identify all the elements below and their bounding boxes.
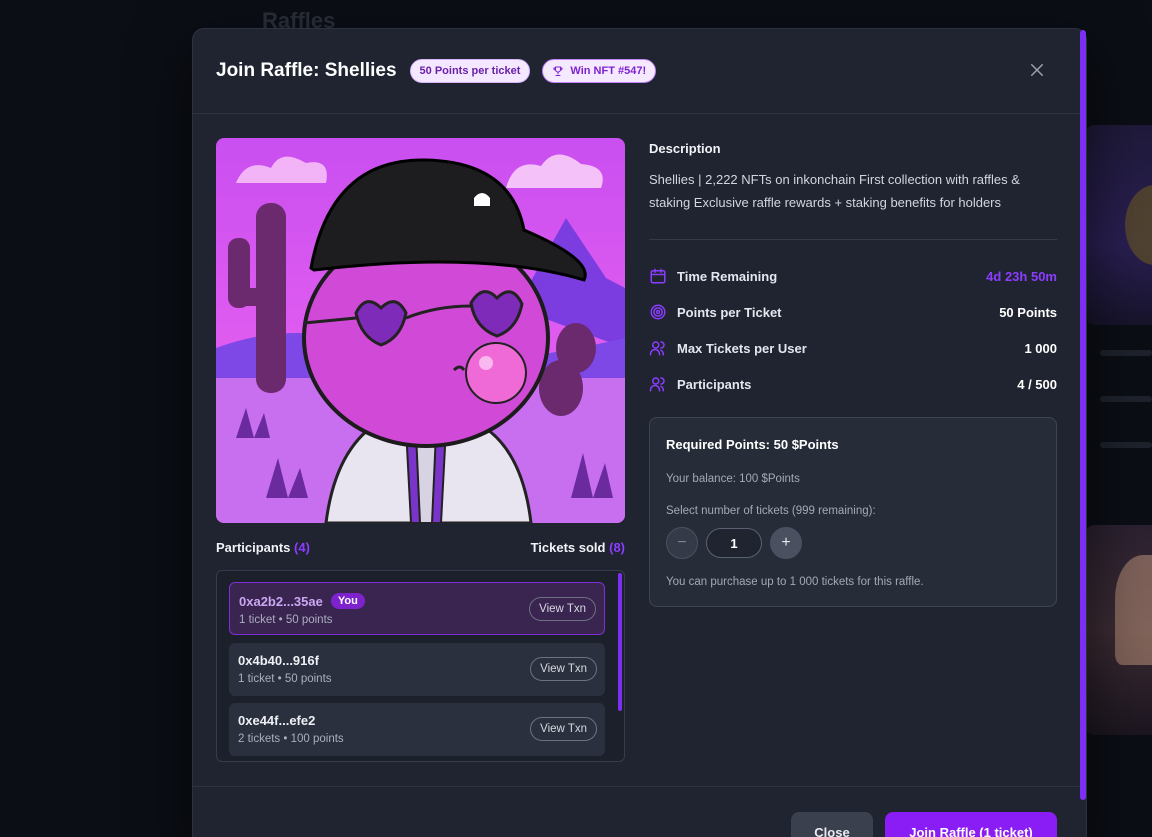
calendar-icon xyxy=(650,268,666,284)
close-icon[interactable] xyxy=(1028,61,1046,79)
balance-text: Your balance: 100 $Points xyxy=(666,473,800,485)
trophy-icon xyxy=(553,66,564,77)
stat-points-per-ticket: Points per Ticket 50 Points xyxy=(649,302,1057,322)
modal-body: Participants (4) Tickets sold (8) 0xa2b2… xyxy=(193,114,1086,786)
participants-header: Participants (4) Tickets sold (8) xyxy=(216,540,625,555)
stat-value: 1 000 xyxy=(1024,340,1057,356)
description-text: Shellies | 2,222 NFTs on inkonchain Firs… xyxy=(649,172,1020,210)
purchase-panel: Required Points: 50 $Points Your balance… xyxy=(649,417,1057,607)
stat-label: Max Tickets per User xyxy=(677,340,807,356)
participants-count: (4) xyxy=(294,540,310,555)
participant-row: 0x4b40...916f 1 ticket • 50 points View … xyxy=(229,643,605,696)
join-raffle-button[interactable]: Join Raffle (1 ticket) xyxy=(885,812,1057,837)
participants-list[interactable]: 0xa2b2...35ae You 1 ticket • 50 points V… xyxy=(216,570,625,762)
users-icon xyxy=(649,341,665,356)
participant-address: 0x4b40...916f xyxy=(238,653,319,668)
modal-header: Join Raffle: Shellies 50 Points per tick… xyxy=(193,29,1086,114)
participants-title: Participants (4) xyxy=(216,540,310,555)
description-heading: Description xyxy=(649,141,721,156)
nft-image xyxy=(216,138,625,523)
ticket-quantity-input[interactable] xyxy=(706,528,762,558)
background-card xyxy=(1085,525,1152,735)
increment-button[interactable]: + xyxy=(770,527,802,559)
participant-address: 0xe44f...efe2 xyxy=(238,713,316,728)
win-nft-badge: Win NFT #547! xyxy=(542,59,657,83)
participant-row: 0xa2b2...35ae You 1 ticket • 50 points V… xyxy=(229,582,605,635)
join-raffle-modal: Join Raffle: Shellies 50 Points per tick… xyxy=(192,28,1087,837)
points-per-ticket-badge: 50 Points per ticket xyxy=(409,59,531,83)
modal-footer: Close Join Raffle (1 ticket) xyxy=(193,786,1086,837)
stat-label: Time Remaining xyxy=(677,268,778,284)
stat-value: 4 / 500 xyxy=(1017,376,1057,392)
participants-label: Participants xyxy=(216,540,291,555)
view-txn-button[interactable]: View Txn xyxy=(529,597,596,621)
purchase-limit-note: You can purchase up to 1 000 tickets for… xyxy=(666,576,924,588)
target-icon xyxy=(650,304,666,320)
participant-address: 0xa2b2...35ae xyxy=(239,593,323,609)
divider xyxy=(649,239,1057,240)
tickets-sold-count: (8) xyxy=(609,540,625,555)
ticket-quantity-stepper: − + xyxy=(666,527,802,559)
close-button[interactable]: Close xyxy=(791,812,873,837)
background-card xyxy=(1085,125,1152,325)
view-txn-button[interactable]: View Txn xyxy=(530,717,597,741)
select-tickets-label: Select number of tickets (999 remaining)… xyxy=(666,505,876,517)
stat-value: 4d 23h 50m xyxy=(986,268,1057,284)
tickets-sold-label: Tickets sold xyxy=(530,540,606,555)
decrement-button[interactable]: − xyxy=(666,527,698,559)
you-badge: You xyxy=(330,593,365,609)
stat-participants: Participants 4 / 500 xyxy=(649,374,1057,394)
stat-time-remaining: Time Remaining 4d 23h 50m xyxy=(649,266,1057,286)
modal-title: Join Raffle: Shellies xyxy=(216,60,397,81)
stat-label: Points per Ticket xyxy=(677,304,782,320)
stat-value: 50 Points xyxy=(999,304,1057,320)
users-icon xyxy=(649,377,665,392)
modal-scrollbar[interactable] xyxy=(1080,30,1086,800)
list-scrollbar[interactable] xyxy=(618,573,622,711)
stat-max-tickets: Max Tickets per User 1 000 xyxy=(649,338,1057,358)
participant-row: 0xe44f...efe2 2 tickets • 100 points Vie… xyxy=(229,703,605,756)
view-txn-button[interactable]: View Txn xyxy=(530,657,597,681)
tickets-sold-title: Tickets sold (8) xyxy=(531,540,625,555)
required-points: Required Points: 50 $Points xyxy=(666,437,839,452)
stat-label: Participants xyxy=(677,376,752,392)
background-lines xyxy=(1100,350,1152,488)
win-nft-label: Win NFT #547! xyxy=(570,65,647,77)
